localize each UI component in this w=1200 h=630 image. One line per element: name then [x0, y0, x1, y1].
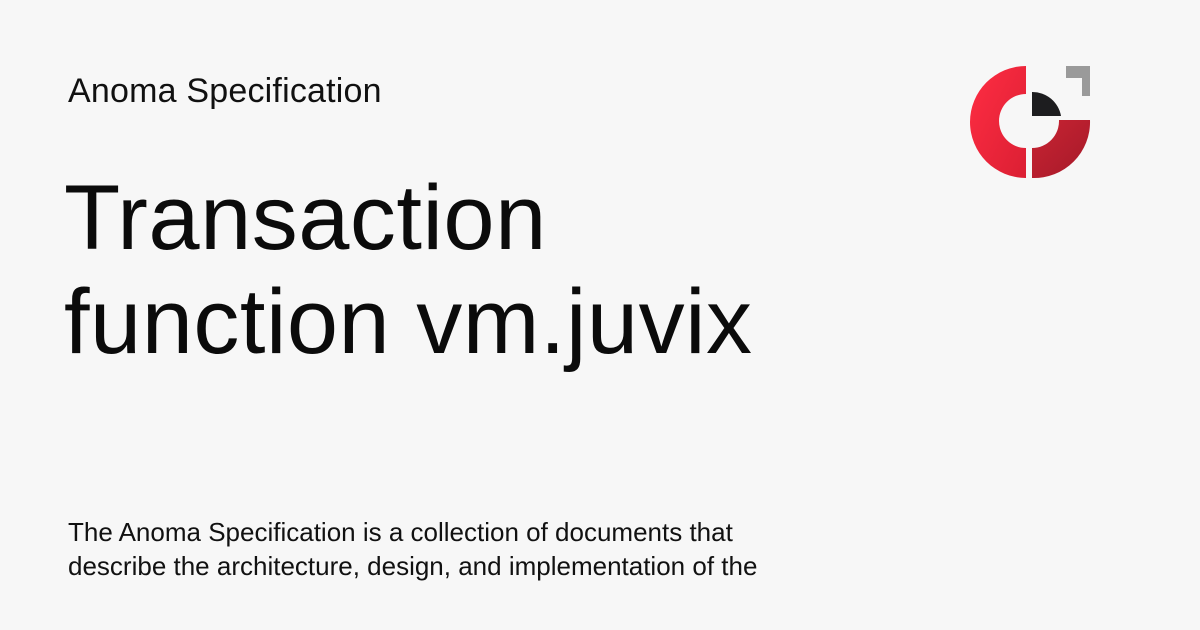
page-title: Transaction function vm.juvix: [64, 166, 944, 374]
logo-red-arc: [970, 66, 1026, 178]
logo-dark-red-arc: [1032, 120, 1091, 179]
site-name: Anoma Specification: [68, 72, 382, 110]
social-preview-card: Anoma Specification Transaction function…: [0, 0, 1200, 630]
description-line-1: The Anoma Specification is a collection …: [68, 517, 733, 547]
anoma-logo-icon: [970, 66, 1091, 179]
page-description: The Anoma Specification is a collection …: [68, 515, 928, 583]
logo-center-wedge: [1032, 91, 1061, 116]
page-title-line-2: function vm.juvix: [64, 271, 753, 373]
page-title-line-1: Transaction: [64, 167, 547, 269]
description-line-2: describe the architecture, design, and i…: [68, 551, 758, 581]
logo-gray-corner: [1066, 66, 1090, 96]
